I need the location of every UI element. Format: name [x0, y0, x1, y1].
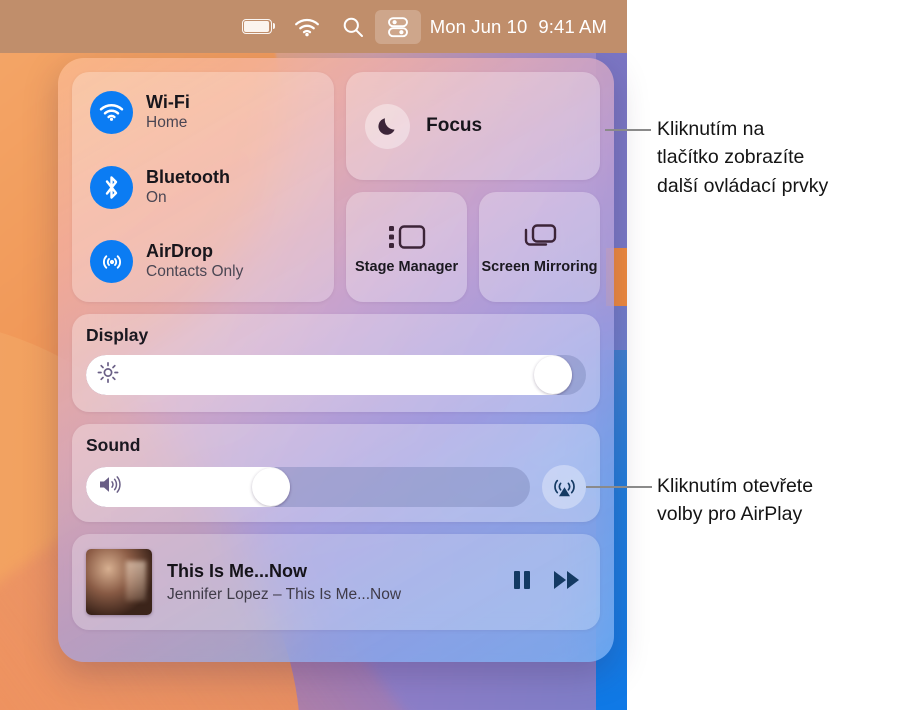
now-playing-title: This Is Me...Now [167, 561, 308, 582]
menu-bar-time: 9:41 AM [538, 15, 607, 37]
battery-icon [241, 19, 276, 34]
focus-label: Focus [426, 115, 483, 136]
connectivity-subtitle: On [146, 188, 167, 206]
display-title: Display [86, 325, 149, 345]
menu-bar-date: Mon Jun 10 [429, 15, 528, 37]
menu-bar-battery[interactable] [231, 10, 283, 44]
volume-slider[interactable] [86, 467, 530, 507]
connectivity-title: AirDrop [146, 241, 213, 262]
pause-button[interactable] [511, 568, 533, 597]
connectivity-card: Wi-Fi Home Bluetooth On AirDrop Contacts… [72, 72, 335, 302]
menu-bar-clock[interactable]: Mon Jun 10 9:41 AM [421, 16, 607, 38]
control-center-panel: Wi-Fi Home Bluetooth On AirDrop Contacts… [58, 58, 614, 662]
bluetooth-icon [90, 165, 133, 209]
stage-manager-label: Stage Manager [355, 258, 459, 275]
menu-bar: Mon Jun 10 9:41 AM [0, 0, 627, 53]
connectivity-title: Bluetooth [146, 166, 230, 187]
control-center-right-column: Focus Stage Manager Screen Mirroring [346, 72, 601, 302]
screen-mirroring-button[interactable]: Screen Mirroring [479, 192, 601, 302]
connectivity-item-wifi[interactable]: Wi-Fi Home [90, 91, 316, 134]
callout-text-1: Kliknutím na tlačítko zobrazíte další ov… [657, 118, 829, 197]
fast-forward-button[interactable] [552, 568, 582, 597]
menu-bar-wifi[interactable] [283, 10, 331, 44]
menu-bar-search[interactable] [331, 10, 375, 44]
airdrop-icon [90, 240, 133, 283]
now-playing-card: This Is Me...Now Jennifer Lopez – This I… [72, 534, 600, 630]
fast-forward-icon [554, 570, 579, 589]
callout-leader-line-2 [586, 486, 652, 488]
control-center-top-row: Wi-Fi Home Bluetooth On AirDrop Contacts… [72, 72, 601, 302]
callout-text-2: Kliknutím otevřete volby pro AirPlay [657, 475, 814, 526]
display-card: Display [72, 314, 600, 412]
album-artwork [86, 549, 152, 615]
connectivity-subtitle: Home [146, 114, 188, 132]
screen-mirroring-label: Screen Mirroring [481, 258, 598, 275]
pause-icon [514, 570, 530, 589]
brightness-slider[interactable] [86, 355, 586, 395]
connectivity-item-bluetooth[interactable]: Bluetooth On [90, 165, 316, 209]
wifi-icon [294, 18, 319, 36]
airplay-button[interactable] [542, 465, 586, 509]
screen-mirroring-icon [524, 224, 556, 246]
stage-manager-button[interactable]: Stage Manager [346, 192, 468, 302]
wifi-icon [90, 91, 133, 134]
control-center-icon [387, 16, 408, 37]
now-playing-artist: Jennifer Lopez – This Is Me...Now [167, 585, 402, 603]
menu-bar-control-center[interactable] [374, 9, 421, 44]
sound-title: Sound [86, 435, 141, 455]
control-center-mini-tiles: Stage Manager Screen Mirroring [346, 192, 601, 302]
focus-button[interactable]: Focus [346, 72, 600, 180]
airplay-icon [553, 479, 575, 496]
search-icon [343, 17, 363, 37]
sound-card: Sound [72, 424, 600, 522]
connectivity-title: Wi-Fi [146, 92, 190, 113]
moon-icon [365, 103, 411, 149]
connectivity-subtitle: Contacts Only [146, 263, 244, 281]
stage-manager-icon [388, 225, 425, 249]
connectivity-item-airdrop[interactable]: AirDrop Contacts Only [90, 240, 316, 283]
callout-leader-line-1 [605, 129, 651, 131]
